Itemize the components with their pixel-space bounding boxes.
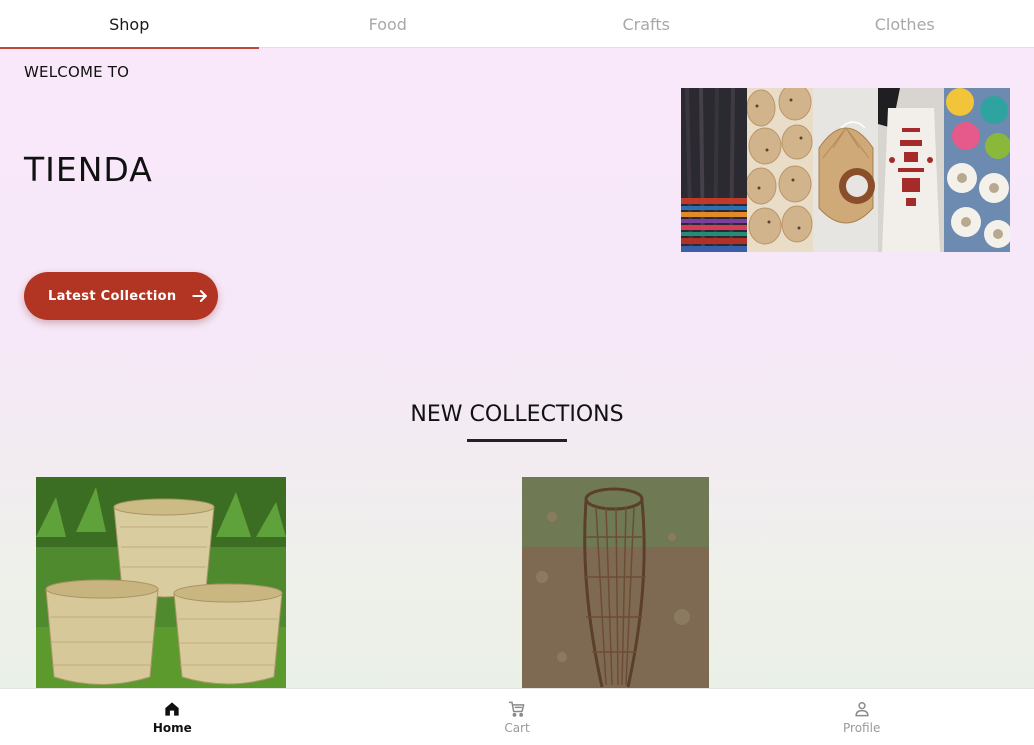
person-icon <box>855 702 869 717</box>
collage-woven-textile <box>681 88 747 252</box>
nav-cart[interactable]: Cart <box>345 689 690 745</box>
welcome-text: WELCOME TO <box>24 63 130 81</box>
nav-profile-label: Profile <box>843 721 881 735</box>
nav-home[interactable]: Home <box>0 689 345 745</box>
nav-home-label: Home <box>152 721 192 735</box>
tab-clothes[interactable]: Clothes <box>776 0 1034 48</box>
collage-embroidered-blouse <box>878 88 945 252</box>
product-card-bamboo-baskets[interactable] <box>36 477 286 692</box>
nav-cart-label: Cart <box>504 721 530 735</box>
tab-food[interactable]: Food <box>259 0 518 48</box>
cart-icon <box>508 701 525 717</box>
collage-cork-coasters <box>746 88 813 252</box>
section-underline <box>467 439 567 442</box>
bottom-navigation: Home Cart Profile <box>0 688 1034 745</box>
category-tabs: Shop Food Crafts Clothes <box>0 0 1034 49</box>
nav-profile[interactable]: Profile <box>689 689 1034 745</box>
tab-shop[interactable]: Shop <box>0 0 259 49</box>
latest-collection-button[interactable]: Latest Collection <box>24 272 218 320</box>
product-image <box>522 477 709 692</box>
new-collections-title: NEW COLLECTIONS <box>410 402 624 427</box>
hero-collage <box>681 88 1010 252</box>
collage-beaded-coasters <box>944 88 1010 252</box>
arrow-right-icon <box>192 290 208 302</box>
latest-collection-label: Latest Collection <box>48 288 177 304</box>
tab-crafts[interactable]: Crafts <box>517 0 776 48</box>
product-image <box>36 477 286 692</box>
brand-title: TIENDA <box>24 150 153 189</box>
collage-wicker-fan <box>812 88 879 252</box>
product-card-wicker-trap[interactable] <box>522 477 709 692</box>
home-icon <box>165 702 179 716</box>
